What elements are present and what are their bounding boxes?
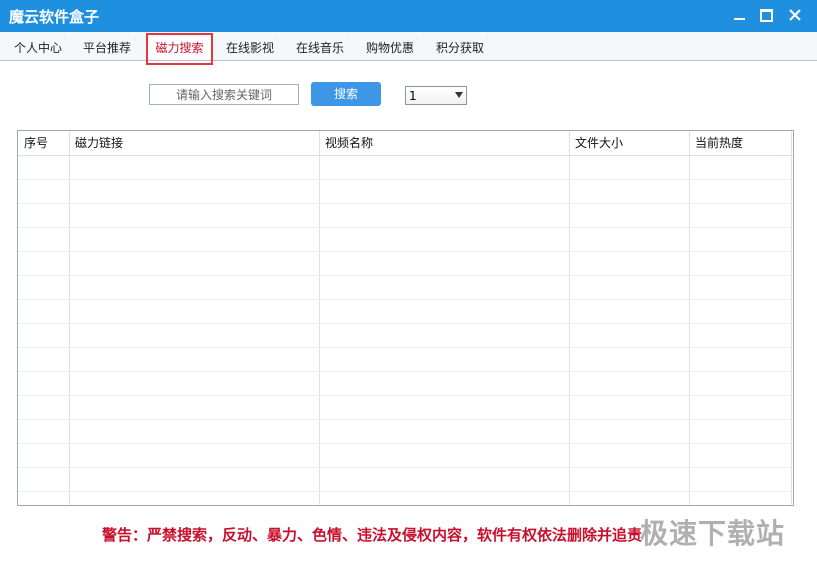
tab-label: 积分获取 [435, 41, 484, 55]
column-header-video-name[interactable]: 视频名称 [319, 131, 569, 155]
table-row-line [18, 275, 793, 276]
minimize-button[interactable] [727, 4, 751, 26]
page-select[interactable]: 1 [405, 86, 467, 105]
window-title: 魔云软件盒子 [9, 8, 100, 26]
tab-label: 购物优惠 [365, 41, 414, 55]
tab-online-music[interactable]: 在线音乐 [289, 37, 351, 59]
tab-label: 平台推荐 [82, 41, 131, 55]
search-input[interactable] [149, 84, 299, 105]
tab-strip: 个人中心 平台推荐 磁力搜索 在线影视 在线音乐 购物优惠 积分获取 [0, 32, 817, 61]
maximize-button[interactable] [754, 4, 778, 26]
close-icon [789, 9, 801, 21]
table-row-line [18, 395, 793, 396]
table-row-line [18, 347, 793, 348]
close-button[interactable] [783, 4, 807, 26]
tab-label: 个人中心 [13, 41, 62, 55]
column-header-popularity[interactable]: 当前热度 [689, 131, 793, 155]
table-row-line [18, 467, 793, 468]
tab-platform-recommend[interactable]: 平台推荐 [76, 37, 138, 59]
tab-label: 在线影视 [225, 41, 274, 55]
table-row-line [18, 179, 793, 180]
column-header-file-size[interactable]: 文件大小 [569, 131, 689, 155]
table-row-line [18, 323, 793, 324]
maximize-icon [759, 8, 773, 22]
column-header-magnet-link[interactable]: 磁力链接 [69, 131, 319, 155]
table-row-line [18, 371, 793, 372]
tab-online-video[interactable]: 在线影视 [219, 37, 281, 59]
chevron-down-icon [455, 92, 463, 98]
active-tab-highlight [146, 33, 213, 65]
title-bar: 魔云软件盒子 [0, 0, 817, 32]
tab-label: 在线音乐 [295, 41, 344, 55]
search-button[interactable]: 搜索 [311, 82, 381, 106]
page-select-value: 1 [409, 89, 417, 103]
column-header-index[interactable]: 序号 [18, 131, 69, 155]
warning-text: 警告：严禁搜索，反动、暴力、色情、违法及侵权内容，软件有权依法删除并追责 [102, 526, 643, 544]
table-row-line [18, 419, 793, 420]
table-row-line [18, 227, 793, 228]
results-table[interactable]: 序号 磁力链接 视频名称 文件大小 当前热度 [17, 130, 794, 506]
minimize-icon [733, 18, 745, 20]
watermark: 极速下载站 [640, 517, 786, 550]
tab-points[interactable]: 积分获取 [429, 37, 491, 59]
tab-personal-center[interactable]: 个人中心 [8, 37, 68, 59]
table-row-line [18, 443, 793, 444]
table-row-line [18, 491, 793, 492]
table-row-line [18, 299, 793, 300]
table-row-line [18, 251, 793, 252]
table-row-line [18, 203, 793, 204]
tab-shopping-deals[interactable]: 购物优惠 [359, 37, 421, 59]
table-header: 序号 磁力链接 视频名称 文件大小 当前热度 [18, 131, 793, 156]
